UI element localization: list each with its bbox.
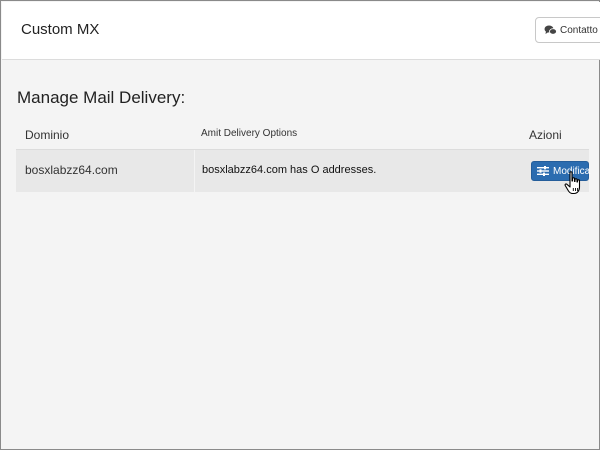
page-title: Manage Mail Delivery: [17, 88, 186, 107]
contact-label: Contatto [560, 24, 598, 36]
app-title: Custom MX [21, 21, 100, 38]
column-header-delivery-options: Amit Delivery Options [201, 128, 298, 139]
domain-cell: bosxlabzz64.com [25, 163, 118, 177]
delivery-options-cell: bosxlabzz64.com has O addresses. [202, 164, 377, 176]
sliders-icon [537, 166, 549, 176]
app-window: Custom MX Contatto Manage Mail Delivery:… [0, 0, 600, 450]
contact-button[interactable]: Contatto [535, 17, 600, 43]
column-header-domain: Dominio [25, 128, 70, 142]
top-bar: Custom MX Contatto [2, 2, 600, 60]
cell-divider [194, 150, 195, 192]
table-row: bosxlabzz64.com bosxlabzz64.com has O ad… [16, 150, 590, 192]
hand-pointer-icon [564, 171, 581, 195]
column-header-actions: Azioni [529, 128, 562, 142]
chat-bubbles-icon [544, 25, 557, 35]
